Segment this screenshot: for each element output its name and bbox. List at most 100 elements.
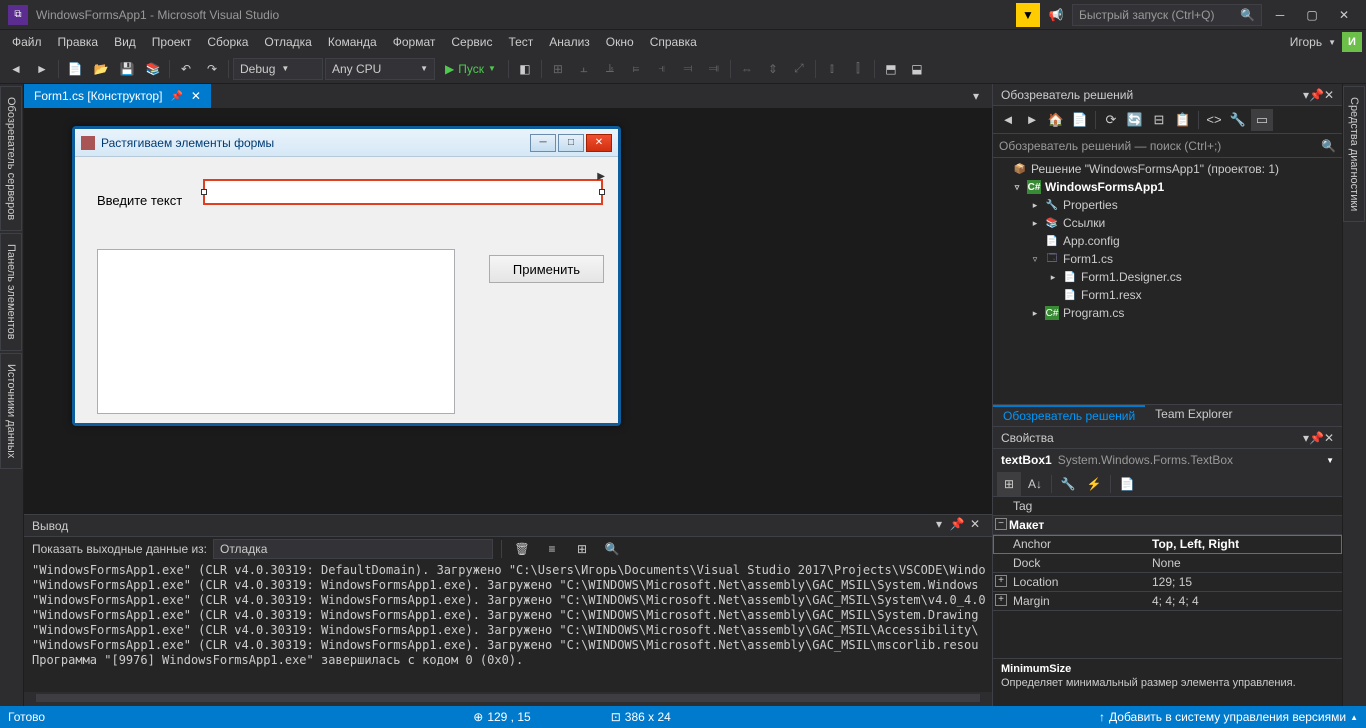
prop-category[interactable]: −Макет xyxy=(993,516,1342,535)
se-code-button[interactable]: <> xyxy=(1203,109,1225,131)
props-close-button[interactable]: ✕ xyxy=(1324,431,1334,445)
tree-program[interactable]: ▸C#Program.cs xyxy=(993,304,1342,322)
menu-debug[interactable]: Отладка xyxy=(256,33,319,51)
se-collapse-button[interactable]: ⊟ xyxy=(1148,109,1170,131)
output-find-button[interactable]: 🔍 xyxy=(600,537,624,561)
quick-launch-input[interactable]: Быстрый запуск (Ctrl+Q) 🔍 xyxy=(1072,4,1262,26)
output-pin-button[interactable]: 📌 xyxy=(948,517,966,535)
nav-forward-button[interactable]: ► xyxy=(30,57,54,81)
align-right-button[interactable]: ⫢ xyxy=(624,57,648,81)
align-left-button[interactable]: ⫠ xyxy=(572,57,596,81)
open-button[interactable]: 📂 xyxy=(89,57,113,81)
output-wrap-button[interactable]: ≡ xyxy=(540,537,564,561)
tree-references[interactable]: ▸📚Ссылки xyxy=(993,214,1342,232)
se-sync-button[interactable]: ⟳ xyxy=(1100,109,1122,131)
chevron-down-icon[interactable]: ▼ xyxy=(1328,38,1336,47)
tab-team-explorer[interactable]: Team Explorer xyxy=(1145,405,1242,426)
user-avatar[interactable]: И xyxy=(1342,32,1362,52)
properties-grid[interactable]: Tag−МакетAnchorTop, Left, RightDockNone+… xyxy=(993,497,1342,658)
send-back-button[interactable]: ⬓ xyxy=(905,57,929,81)
status-add-source-control[interactable]: ↑Добавить в систему управления версиями … xyxy=(1099,710,1358,724)
size-width-button[interactable]: ⇔ xyxy=(735,57,759,81)
rail-data-sources[interactable]: Источники данных xyxy=(0,353,22,469)
prop-row-margin[interactable]: +Margin4; 4; 4; 4 xyxy=(993,592,1342,611)
tab-dropdown-button[interactable]: ▾ xyxy=(964,84,988,108)
menu-project[interactable]: Проект xyxy=(144,33,200,51)
redo-button[interactable]: ↷ xyxy=(200,57,224,81)
designer-canvas[interactable]: Растягиваем элементы формы ─ □ ✕ Введите… xyxy=(24,108,992,514)
menu-edit[interactable]: Правка xyxy=(50,33,107,51)
new-project-button[interactable]: 📄 xyxy=(63,57,87,81)
layout-button[interactable]: ◧ xyxy=(513,57,537,81)
align-middle-button[interactable]: ⫤ xyxy=(676,57,700,81)
props-events-button[interactable]: ⚡ xyxy=(1082,472,1106,496)
tree-form1[interactable]: ▿🗔Form1.cs xyxy=(993,250,1342,268)
align-bottom-button[interactable]: ⫥ xyxy=(702,57,726,81)
tree-appconfig[interactable]: 📄App.config xyxy=(993,232,1342,250)
tab-solution-explorer[interactable]: Обозреватель решений xyxy=(993,405,1145,426)
props-pin-button[interactable]: 📌 xyxy=(1309,431,1324,445)
rail-toolbox[interactable]: Панель элементов xyxy=(0,233,22,351)
config-dropdown[interactable]: Debug▼ xyxy=(233,58,323,80)
pin-icon[interactable]: 📌 xyxy=(170,91,182,102)
platform-dropdown[interactable]: Any CPU▼ xyxy=(325,58,435,80)
tree-project[interactable]: ▿C#WindowsFormsApp1 xyxy=(993,178,1342,196)
minimize-button[interactable]: ─ xyxy=(1266,3,1294,27)
props-alpha-button[interactable]: A↓ xyxy=(1023,472,1047,496)
tree-solution[interactable]: 📦Решение "WindowsFormsApp1" (проектов: 1… xyxy=(993,160,1342,178)
close-tab-icon[interactable]: ✕ xyxy=(191,89,201,103)
menu-format[interactable]: Формат xyxy=(385,33,444,51)
align-grid-button[interactable]: ⊞ xyxy=(546,57,570,81)
se-back-button[interactable]: ◄ xyxy=(997,109,1019,131)
props-props-button[interactable]: 🔧 xyxy=(1056,472,1080,496)
undo-button[interactable]: ↶ xyxy=(174,57,198,81)
menu-window[interactable]: Окно xyxy=(598,33,642,51)
output-scrollbar[interactable] xyxy=(24,692,992,706)
se-showall-button[interactable]: 📋 xyxy=(1172,109,1194,131)
output-source-dropdown[interactable]: Отладка xyxy=(213,539,493,559)
resize-handle-left[interactable] xyxy=(201,189,207,195)
rail-diagnostics[interactable]: Средства диагностики xyxy=(1343,86,1365,222)
bring-front-button[interactable]: ⬒ xyxy=(879,57,903,81)
size-both-button[interactable]: ⤢ xyxy=(787,57,811,81)
save-button[interactable]: 💾 xyxy=(115,57,139,81)
props-categorized-button[interactable]: ⊞ xyxy=(997,472,1021,496)
smart-tag-icon[interactable]: ▶ xyxy=(597,171,605,182)
form-textarea[interactable] xyxy=(97,249,455,414)
menu-test[interactable]: Тест xyxy=(500,33,541,51)
form-textbox-selected[interactable]: ▶ xyxy=(203,179,603,205)
vspace-button[interactable]: ⫿ xyxy=(846,57,870,81)
form-label[interactable]: Введите текст xyxy=(97,193,182,208)
se-properties-button[interactable]: 🔧 xyxy=(1227,109,1249,131)
output-dropdown-button[interactable]: ▾ xyxy=(930,517,948,535)
prop-row-anchor[interactable]: AnchorTop, Left, Right xyxy=(993,535,1342,554)
menu-file[interactable]: Файл xyxy=(4,33,50,51)
output-text[interactable]: "WindowsFormsApp1.exe" (CLR v4.0.30319: … xyxy=(24,561,992,692)
se-scope-button[interactable]: 📄 xyxy=(1069,109,1091,131)
nav-back-button[interactable]: ◄ xyxy=(4,57,28,81)
run-button[interactable]: ▶ Пуск ▼ xyxy=(437,62,504,76)
document-tab-active[interactable]: Form1.cs [Конструктор] 📌 ✕ xyxy=(24,84,211,108)
solution-explorer-search[interactable]: Обозреватель решений — поиск (Ctrl+;) 🔍 xyxy=(993,134,1342,158)
form-designer-window[interactable]: Растягиваем элементы формы ─ □ ✕ Введите… xyxy=(72,126,621,426)
size-height-button[interactable]: ⇕ xyxy=(761,57,785,81)
feedback-icon[interactable]: 📢 xyxy=(1044,3,1068,27)
close-button[interactable]: ✕ xyxy=(1330,3,1358,27)
tree-form1resx[interactable]: 📄Form1.resx xyxy=(993,286,1342,304)
notification-icon[interactable]: ▼ xyxy=(1016,3,1040,27)
menu-service[interactable]: Сервис xyxy=(443,33,500,51)
prop-row-dock[interactable]: DockNone xyxy=(993,554,1342,573)
tree-form1designer[interactable]: ▸📄Form1.Designer.cs xyxy=(993,268,1342,286)
output-clear-button[interactable]: 🗑 xyxy=(510,537,534,561)
se-pin-button[interactable]: 📌 xyxy=(1309,88,1324,102)
output-close-button[interactable]: ✕ xyxy=(966,517,984,535)
tree-properties[interactable]: ▸🔧Properties xyxy=(993,196,1342,214)
properties-object-selector[interactable]: textBox1System.Windows.Forms.TextBox ▼ xyxy=(993,449,1342,471)
menu-analyze[interactable]: Анализ xyxy=(541,33,598,51)
rail-server-explorer[interactable]: Обозреватель серверов xyxy=(0,86,22,231)
menu-help[interactable]: Справка xyxy=(642,33,705,51)
output-toggle-button[interactable]: ⊞ xyxy=(570,537,594,561)
menu-team[interactable]: Команда xyxy=(320,33,385,51)
form-close-button[interactable]: ✕ xyxy=(586,134,612,152)
menu-build[interactable]: Сборка xyxy=(199,33,256,51)
